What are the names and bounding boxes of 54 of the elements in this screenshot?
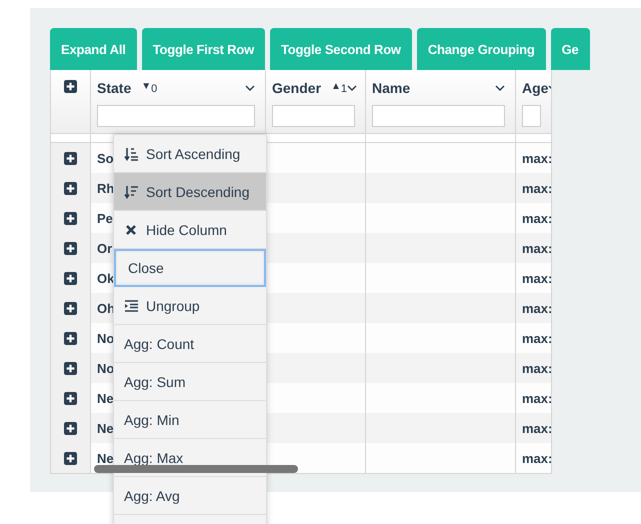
expand-row-icon[interactable] xyxy=(64,272,77,284)
column-header[interactable]: Name xyxy=(372,80,410,96)
expand-row-icon[interactable] xyxy=(64,452,77,464)
menu-item[interactable]: Ungroup xyxy=(114,287,266,325)
group-cell: Or xyxy=(97,240,112,256)
menu-item[interactable]: Sort Descending xyxy=(114,173,266,211)
table-cell: max: xyxy=(522,300,551,316)
group-cell: No xyxy=(97,330,114,346)
group-cell: Pe xyxy=(97,210,113,226)
expand-row-icon[interactable] xyxy=(64,362,77,374)
sort-descending-icon xyxy=(124,184,138,198)
column-header[interactable]: State xyxy=(97,80,132,96)
table-cell: max: xyxy=(522,240,551,256)
filter-field[interactable] xyxy=(372,105,505,127)
filter-field[interactable] xyxy=(522,105,541,127)
table-cell: max: xyxy=(522,420,551,436)
table-cell: max: xyxy=(522,450,551,466)
expand-row-icon[interactable] xyxy=(64,302,77,314)
menu-item[interactable]: Agg: Sum xyxy=(114,363,266,401)
expand-row-icon[interactable] xyxy=(64,332,77,344)
group-cell: Ne xyxy=(97,390,114,406)
menu-item[interactable]: Agg: Count xyxy=(114,325,266,363)
outdent-icon xyxy=(124,298,138,312)
menu-item[interactable]: Agg: Min xyxy=(114,401,266,439)
expand-row-icon[interactable] xyxy=(64,392,77,404)
group-cell: Ne xyxy=(97,420,114,436)
expand-all-icon[interactable] xyxy=(64,80,77,93)
group-cell: No xyxy=(97,360,114,376)
table-cell: max: xyxy=(522,150,551,166)
table-cell: max: xyxy=(522,390,551,406)
table-cell: max: xyxy=(522,360,551,376)
menu-item[interactable]: Close xyxy=(114,249,266,287)
group-cell: So xyxy=(97,150,114,166)
column-header[interactable]: Age xyxy=(522,80,548,96)
expand-row-icon[interactable] xyxy=(64,152,77,164)
table-cell: max: xyxy=(522,330,551,346)
group-cell: Rh xyxy=(97,180,114,196)
group-cell: Ok xyxy=(97,270,114,286)
table-cell: max: xyxy=(522,210,551,226)
column-header[interactable]: Gender xyxy=(272,80,322,96)
expand-row-icon[interactable] xyxy=(64,422,77,434)
table-cell: max: xyxy=(522,270,551,286)
menu-item[interactable]: Agg: Avg xyxy=(114,477,266,515)
table-cell: max: xyxy=(522,180,551,196)
filter-field[interactable] xyxy=(272,105,355,127)
expand-row-icon[interactable] xyxy=(64,182,77,194)
menu-item[interactable]: Hide Column xyxy=(114,211,266,249)
scrollbar[interactable] xyxy=(94,465,298,473)
expand-row-icon[interactable] xyxy=(64,212,77,224)
close-icon xyxy=(124,222,138,236)
sort-ascending-icon xyxy=(124,146,138,160)
expand-row-icon[interactable] xyxy=(64,242,77,254)
filter-field[interactable] xyxy=(97,105,255,127)
group-cell: Ne xyxy=(97,450,114,466)
